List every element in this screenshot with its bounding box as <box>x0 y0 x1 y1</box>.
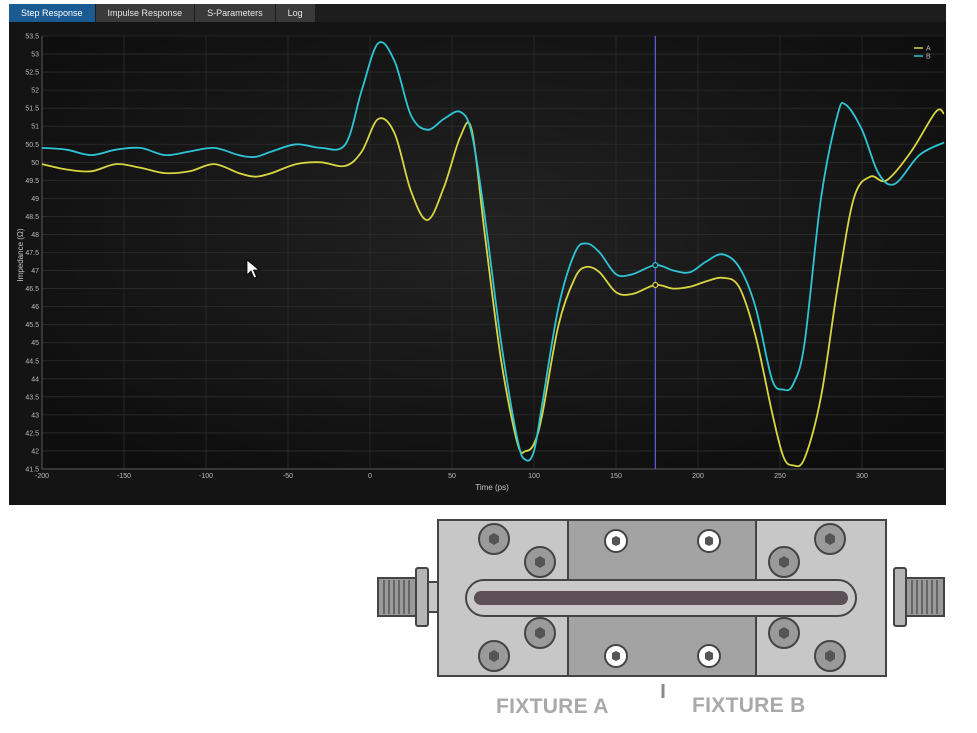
y-tick-label: 52 <box>31 88 39 95</box>
tab-s-parameters[interactable]: S-Parameters <box>195 4 275 22</box>
x-tick-label: -150 <box>117 473 131 480</box>
y-tick-label: 51.5 <box>25 106 39 113</box>
y-tick-label: 42.5 <box>25 430 39 437</box>
dut-trace <box>474 591 848 605</box>
tab-step-response[interactable]: Step Response <box>9 4 95 22</box>
x-tick-label: 150 <box>610 473 622 480</box>
y-tick-label: 48.5 <box>25 214 39 221</box>
y-tick-label: 43 <box>31 412 39 419</box>
y-tick-label: 49 <box>31 196 39 203</box>
y-tick-label: 42 <box>31 448 39 455</box>
x-tick-label: 50 <box>448 473 456 480</box>
step-response-chart[interactable]: 41.54242.54343.54444.54545.54646.54747.5… <box>9 22 946 505</box>
y-tick-label: 45.5 <box>25 322 39 329</box>
y-tick-label: 50 <box>31 160 39 167</box>
x-tick-label: 250 <box>774 473 786 480</box>
test-fixture-illustration: FIXTURE A FIXTURE B <box>370 508 970 730</box>
tab-impulse-response[interactable]: Impulse Response <box>95 4 195 22</box>
left-connector-icon <box>377 567 439 627</box>
x-tick-label: -100 <box>199 473 213 480</box>
y-tick-label: 51 <box>31 124 39 131</box>
x-axis-label: Time (ps) <box>475 483 509 492</box>
x-tick-label: -50 <box>283 473 293 480</box>
right-connector-icon <box>893 567 945 627</box>
y-tick-label: 53 <box>31 52 39 59</box>
y-tick-label: 43.5 <box>25 394 39 401</box>
tab-log[interactable]: Log <box>275 4 315 22</box>
y-tick-label: 46 <box>31 304 39 311</box>
app-window: Step Response Impulse Response S-Paramet… <box>9 4 946 505</box>
x-tick-label: 300 <box>856 473 868 480</box>
y-tick-label: 47 <box>31 268 39 275</box>
x-tick-label: 200 <box>692 473 704 480</box>
y-tick-label: 44.5 <box>25 358 39 365</box>
x-tick-label: 0 <box>368 473 372 480</box>
y-tick-label: 49.5 <box>25 178 39 185</box>
tab-bar: Step Response Impulse Response S-Paramet… <box>9 4 946 22</box>
fixture-a-label: FIXTURE A <box>496 695 609 718</box>
y-axis-label: Impedance (Ω) <box>16 228 25 281</box>
legend-label: B <box>926 54 931 61</box>
fixture-b-label: FIXTURE B <box>692 694 806 717</box>
y-tick-label: 48 <box>31 232 39 239</box>
cursor-marker-b <box>652 262 659 269</box>
x-tick-label: -200 <box>35 473 49 480</box>
y-tick-label: 44 <box>31 376 39 383</box>
y-tick-label: 45 <box>31 340 39 347</box>
fixture-drawing <box>377 519 945 728</box>
y-tick-label: 53.5 <box>25 34 39 41</box>
cursor-marker-a <box>652 281 659 289</box>
legend-label: A <box>926 46 931 53</box>
y-tick-label: 46.5 <box>25 286 39 293</box>
y-tick-label: 47.5 <box>25 250 39 257</box>
y-tick-label: 52.5 <box>25 70 39 77</box>
y-tick-label: 50.5 <box>25 142 39 149</box>
x-tick-label: 100 <box>528 473 540 480</box>
